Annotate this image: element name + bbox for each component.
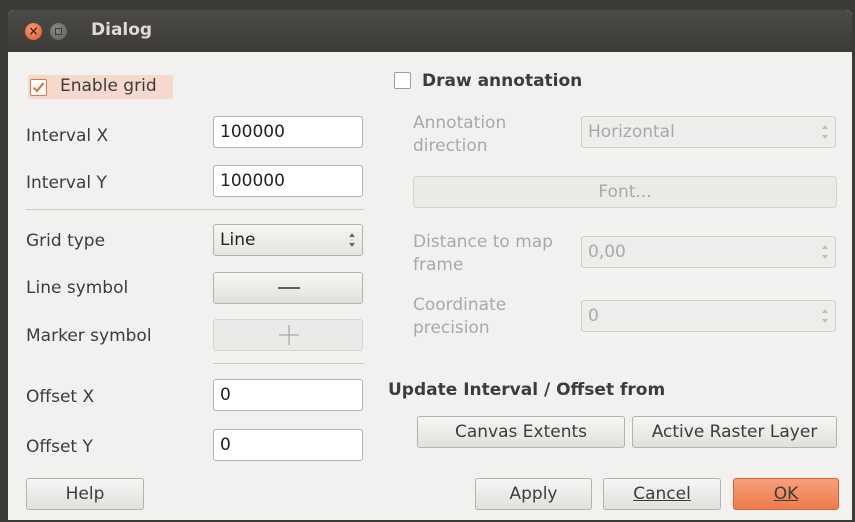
line-symbol-button[interactable]: [213, 272, 363, 304]
font-button[interactable]: Font...: [413, 176, 837, 208]
spin-arrows-icon: [348, 233, 356, 247]
distance-label-line1: Distance to map: [413, 232, 553, 252]
close-window-button[interactable]: ×: [25, 23, 42, 40]
interval-y-input[interactable]: [213, 165, 363, 197]
offset-y-input[interactable]: [213, 429, 363, 461]
canvas-extents-button[interactable]: Canvas Extents: [417, 416, 625, 448]
interval-x-label: Interval X: [26, 126, 109, 146]
enable-grid-label[interactable]: Enable grid: [60, 76, 157, 97]
annotation-direction-select[interactable]: Horizontal: [581, 116, 836, 148]
marker-cross-icon: [279, 325, 299, 345]
update-heading: Update Interval / Offset from: [388, 380, 666, 400]
interval-y-label: Interval Y: [26, 173, 107, 193]
precision-spinbox[interactable]: 0: [581, 300, 836, 332]
annotation-direction-label-line2: direction: [413, 136, 488, 156]
distance-label-line2: frame: [413, 255, 464, 275]
spin-arrows-icon: [821, 245, 829, 259]
draw-annotation-checkbox[interactable]: [394, 72, 411, 89]
spin-arrows-icon: [821, 125, 829, 139]
precision-label-line1: Coordinate: [413, 295, 507, 315]
checkmark-icon: [32, 82, 45, 93]
minimize-window-button[interactable]: [50, 23, 67, 40]
marker-symbol-button[interactable]: [213, 319, 363, 351]
distance-spinbox[interactable]: 0,00: [581, 236, 836, 268]
window-title: Dialog: [91, 20, 153, 40]
draw-annotation-label[interactable]: Draw annotation: [422, 71, 582, 92]
annotation-direction-label-line1: Annotation: [413, 113, 507, 133]
separator: [26, 209, 364, 210]
offset-x-label: Offset X: [26, 387, 95, 407]
apply-button[interactable]: Apply: [475, 478, 592, 510]
interval-x-input[interactable]: [213, 116, 363, 148]
distance-value: 0,00: [588, 242, 626, 262]
annotation-direction-value: Horizontal: [588, 122, 675, 142]
close-icon: ×: [28, 24, 39, 38]
dialog-window: × Dialog Enable grid Interval X Interval…: [8, 10, 852, 520]
offset-x-input[interactable]: [213, 379, 363, 411]
grid-type-label: Grid type: [26, 231, 106, 251]
line-symbol-label: Line symbol: [26, 278, 129, 298]
precision-label-line2: precision: [413, 318, 490, 338]
cancel-button[interactable]: Cancel: [603, 478, 721, 510]
offset-y-label: Offset Y: [26, 437, 93, 457]
help-button[interactable]: Help: [26, 478, 144, 510]
grid-type-select[interactable]: Line: [213, 224, 363, 256]
precision-value: 0: [588, 306, 599, 326]
active-raster-layer-button[interactable]: Active Raster Layer: [632, 416, 837, 448]
ok-button[interactable]: OK: [733, 478, 839, 510]
spin-arrows-icon: [821, 309, 829, 323]
line-symbol-preview-icon: [278, 287, 300, 289]
grid-type-value: Line: [220, 230, 256, 250]
separator: [213, 363, 364, 364]
enable-grid-checkbox[interactable]: [30, 79, 47, 96]
marker-symbol-label: Marker symbol: [26, 326, 152, 346]
title-bar: × Dialog: [8, 10, 852, 52]
